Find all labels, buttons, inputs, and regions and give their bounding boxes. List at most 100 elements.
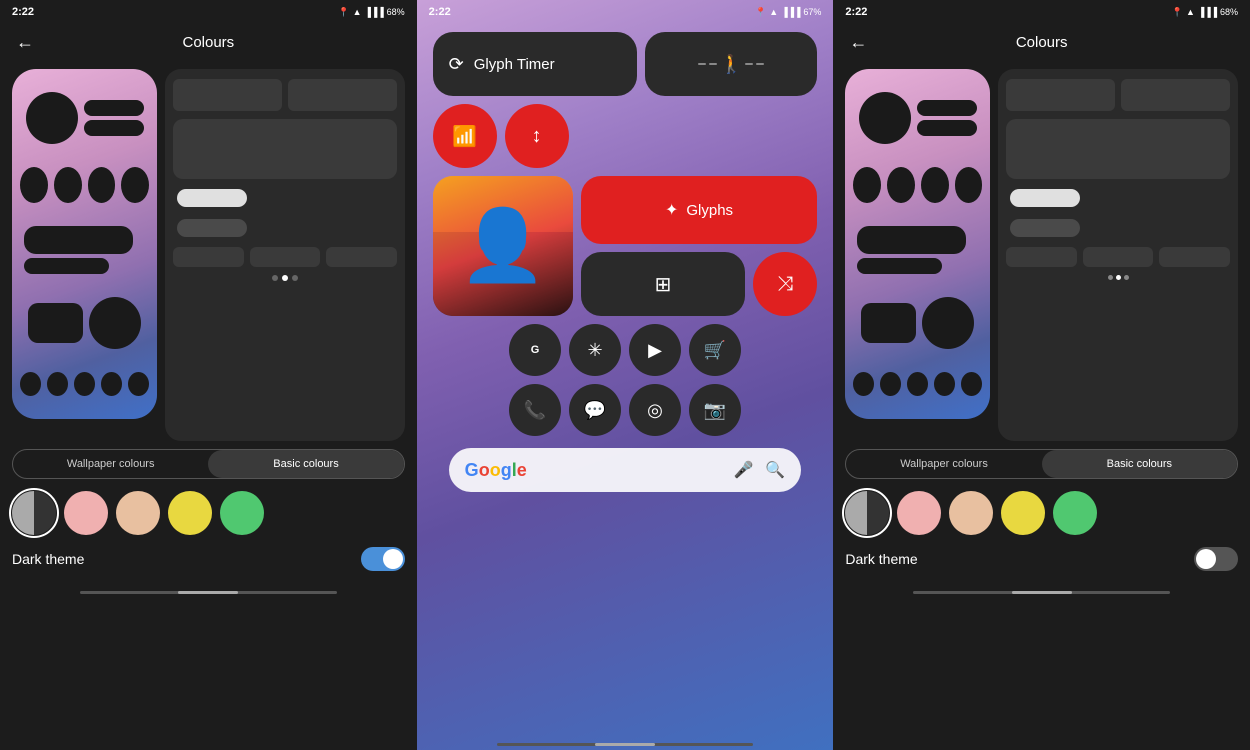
status-icons-right: 📍 ▲ ▐▐▐ 68% (1172, 7, 1238, 18)
scan-dark-widget[interactable]: ⊞ (581, 252, 746, 316)
swatch-half-left[interactable] (12, 491, 56, 535)
tab-wallpaper-right[interactable]: Wallpaper colours (846, 450, 1041, 478)
app-messages[interactable]: 💬 (569, 384, 621, 436)
glyph-timer-widget[interactable]: ⟳ Glyph Timer (433, 32, 637, 96)
middle-screen: 2:22 📍 ▲ ▐▐▐ 67% ⟳ Glyph Timer 🚶 (417, 0, 834, 750)
app-phone-icon: 📞 (524, 400, 546, 421)
battery-mid: 67% (803, 7, 821, 17)
panel-rect-4 (250, 247, 321, 267)
app-camera[interactable]: 📷 (689, 384, 741, 436)
glyphs-icon: ✦ (665, 200, 678, 220)
swatch-pink-right[interactable] (897, 491, 941, 535)
photo-widget[interactable]: 👤 (433, 176, 573, 316)
app-google[interactable]: G (509, 324, 561, 376)
panel-rect-3 (173, 247, 244, 267)
mix-icon: ⤨ (777, 273, 793, 296)
wifi-icon-mid: ▲ (769, 7, 778, 17)
app-phone[interactable]: 📞 (509, 384, 561, 436)
toggle-knob-left (383, 549, 403, 569)
shape-sm-r2 (880, 372, 901, 396)
shape-sm-r5 (961, 372, 982, 396)
shape-sm-4 (101, 372, 122, 396)
battery-right: 68% (1220, 7, 1238, 17)
phone-mockup-right (845, 69, 990, 419)
dashed-line: 🚶 (698, 54, 764, 75)
shape-rect-2 (84, 120, 144, 136)
app-icons-row-1: G ✳ ▶ 🛒 (433, 324, 818, 376)
app-chrome[interactable]: ◎ (629, 384, 681, 436)
dark-theme-toggle-right[interactable] (1194, 547, 1238, 571)
shape-rect-med-r (857, 258, 942, 274)
time-right: 2:22 (845, 6, 867, 18)
scroll-indicator-right (913, 591, 1170, 594)
app-chrome-icon: ◎ (647, 400, 663, 421)
swatch-half-right[interactable] (845, 491, 889, 535)
dark-theme-toggle-left[interactable] (361, 547, 405, 571)
right-screen: 2:22 📍 ▲ ▐▐▐ 68% ← Colours (833, 0, 1250, 750)
panel-rect-r5 (1159, 247, 1230, 267)
shape-med-r1 (853, 167, 881, 203)
location-icon-mid: 📍 (755, 7, 766, 18)
panel-rect-row-r1 (1006, 79, 1230, 111)
battery-left: 68% (387, 7, 405, 17)
status-bar-right: 2:22 📍 ▲ ▐▐▐ 68% (833, 0, 1250, 24)
swatch-green-right[interactable] (1053, 491, 1097, 535)
shape-sm-r3 (907, 372, 928, 396)
back-button-right[interactable]: ← (849, 32, 867, 53)
dark-theme-label-left: Dark theme (12, 551, 84, 567)
glyphs-widget[interactable]: ✦ Glyphs (581, 176, 818, 244)
dark-rect-widget[interactable]: 🚶 (645, 32, 817, 96)
search-bar[interactable]: Google 🎤 🔍 (449, 448, 802, 492)
shape-rect-big (24, 226, 133, 254)
tab-basic-left[interactable]: Basic colours (208, 450, 403, 478)
panel-pill-white (177, 189, 247, 207)
shape-circle-med-2 (54, 167, 82, 203)
shape-rect-med (24, 258, 109, 274)
app-play[interactable]: ▶ (629, 324, 681, 376)
location-icon-right: 📍 (1172, 7, 1183, 18)
swatch-peach-left[interactable] (116, 491, 160, 535)
panel-rect-row-r2 (1006, 247, 1230, 267)
shape-circle-large-1 (26, 92, 78, 144)
shape-sm-3 (74, 372, 95, 396)
panel-pill-dark-r (1010, 219, 1080, 237)
swatch-pink-left[interactable] (64, 491, 108, 535)
tab-buttons-left: Wallpaper colours Basic colours (12, 449, 405, 479)
arrows-red-widget[interactable]: ↕ (505, 104, 569, 168)
more-dot-r1 (1108, 275, 1113, 280)
app-fan[interactable]: ✳ (569, 324, 621, 376)
wifi-red-widget[interactable]: 📶 (433, 104, 497, 168)
swatch-yellow-left[interactable] (168, 491, 212, 535)
widgets-area: ⟳ Glyph Timer 🚶 📶 (417, 24, 834, 739)
tab-wallpaper-left[interactable]: Wallpaper colours (13, 450, 208, 478)
dot-3 (292, 275, 298, 281)
shape-med-r3 (921, 167, 949, 203)
right-panel-right (998, 69, 1238, 441)
phone-mockup-inner-right (845, 69, 990, 419)
shapes-row-1 (20, 92, 149, 144)
shapes-row-4 (20, 372, 149, 396)
panel-rect-r3 (1006, 247, 1077, 267)
widget-row-3: 👤 ✦ Glyphs ⊞ ⤨ (433, 176, 818, 316)
swatch-yellow-right[interactable] (1001, 491, 1045, 535)
scroll-indicator-bar-left (178, 591, 238, 594)
mic-icon[interactable]: 🎤 (734, 460, 754, 480)
shape-rect-1 (84, 100, 144, 116)
signal-icon-right: ▐▐▐ (1198, 7, 1217, 17)
swatch-peach-right[interactable] (949, 491, 993, 535)
app-play-icon: ▶ (648, 340, 662, 361)
status-icons-middle: 📍 ▲ ▐▐▐ 67% (755, 7, 821, 18)
swatch-green-left[interactable] (220, 491, 264, 535)
lens-icon[interactable]: 🔍 (765, 460, 785, 480)
signal-icon-mid: ▐▐▐ (781, 7, 800, 17)
app-basket[interactable]: 🛒 (689, 324, 741, 376)
wifi-icon: ▲ (353, 7, 362, 17)
back-button-left[interactable]: ← (16, 32, 34, 53)
app-camera-icon: 📷 (704, 400, 726, 421)
app-google-label: G (531, 344, 540, 356)
search-google-logo: Google (465, 460, 527, 481)
tab-basic-right[interactable]: Basic colours (1042, 450, 1237, 478)
status-bar-left: 2:22 📍 ▲ ▐▐▐ 68% (0, 0, 417, 24)
app-fan-icon: ✳ (587, 340, 602, 361)
mix-red-widget[interactable]: ⤨ (753, 252, 817, 316)
